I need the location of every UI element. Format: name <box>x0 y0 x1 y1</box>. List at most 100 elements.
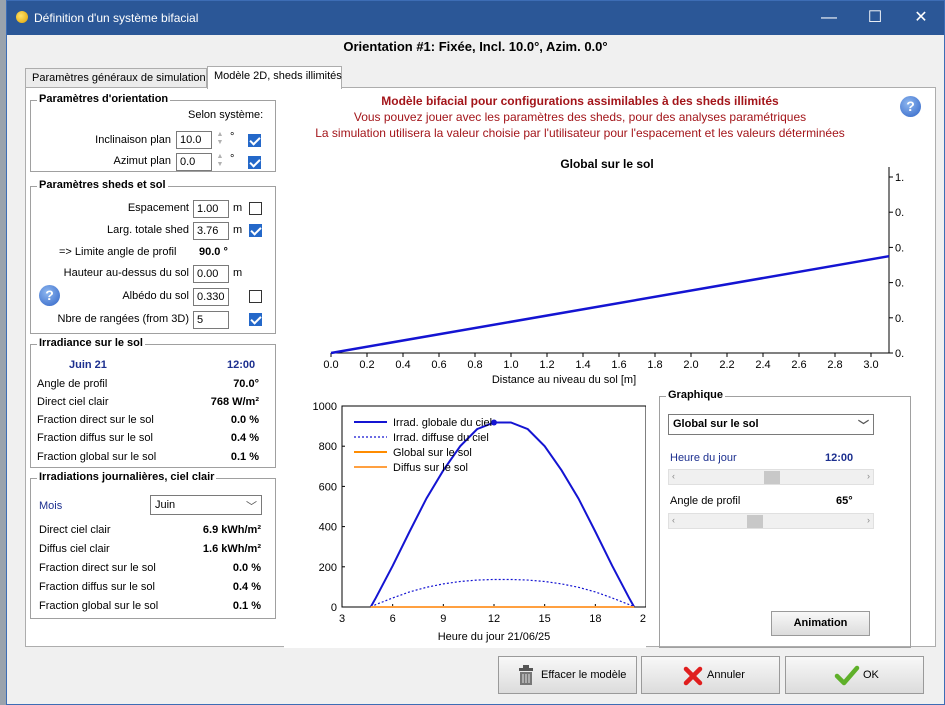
espacement-checkbox[interactable] <box>249 202 262 215</box>
y-tick-label: 0.6 <box>895 242 904 254</box>
graphique-group-title: Graphique <box>666 389 726 401</box>
limite-angle-value: 90.0 ° <box>199 246 228 258</box>
rangees-input[interactable]: 5 <box>193 311 229 329</box>
irr-row-value: 70.0° <box>233 378 259 390</box>
mois-label: Mois <box>39 500 63 512</box>
espacement-input[interactable]: 1.00 <box>193 200 229 218</box>
irradiance-time: 12:00 <box>227 359 256 371</box>
y-tick-label: 400 <box>319 522 337 534</box>
hauteur-unit: m <box>233 267 243 279</box>
angle-label: Angle de profil <box>670 495 741 507</box>
graphique-group: Graphique Global sur le sol ﹀ Heure du j… <box>659 389 911 648</box>
daily-row-value: 6.9 kWh/m² <box>202 524 261 536</box>
daily-group-title: Irradiations journalières, ciel clair <box>37 471 217 483</box>
rangees-checkbox[interactable] <box>249 313 262 326</box>
annuler-label: Annuler <box>707 669 745 681</box>
x-tick-label: 0.4 <box>395 359 410 371</box>
hauteur-label: Hauteur au-dessus du sol <box>63 267 189 279</box>
x-tick-label: 0.0 <box>323 359 338 371</box>
daily-irradiance-chart: 3 6 9 12 15 18 21 0 200 400 600 800 1000 Heure du jou… <box>284 386 646 648</box>
x-tick-label: 3 <box>339 613 345 625</box>
slider-right-arrow-icon[interactable]: › <box>867 471 870 481</box>
x-tick-label: 18 <box>589 613 601 625</box>
heure-slider[interactable]: ‹ › <box>668 469 874 485</box>
heure-slider-thumb[interactable] <box>764 471 780 484</box>
x-tick-label: 0.6 <box>431 359 446 371</box>
x-tick-label: 0.8 <box>467 359 482 371</box>
irr-row-label: Fraction direct sur le sol <box>37 414 154 426</box>
series-line <box>330 254 890 355</box>
x-tick-label: 1.0 <box>503 359 518 371</box>
irradiance-month: Juin 21 <box>69 359 107 371</box>
animation-button[interactable]: Animation <box>771 611 870 636</box>
minimize-button[interactable]: — <box>806 1 852 35</box>
ok-button[interactable]: OK <box>785 656 924 694</box>
inclinaison-checkbox[interactable] <box>248 134 261 147</box>
y-tick-label: 200 <box>319 562 337 574</box>
slider-left-arrow-icon[interactable]: ‹ <box>672 471 675 481</box>
y-tick-label: 0 <box>331 602 337 614</box>
degree-symbol: ° <box>230 153 235 165</box>
albedo-input[interactable]: 0.330 <box>193 288 229 306</box>
trash-icon <box>519 665 533 685</box>
y-tick-label: 800 <box>319 441 337 453</box>
x-tick-label: 9 <box>440 613 446 625</box>
close-button[interactable]: ✕ <box>898 1 944 35</box>
tab-panel: Paramètres d'orientation Selon système: … <box>25 87 936 648</box>
degree-symbol: ° <box>230 131 235 143</box>
tab-general[interactable]: Paramètres généraux de simulation <box>25 68 207 88</box>
y-tick-label: 1000 <box>313 401 337 413</box>
model-subheading: Vous pouvez jouer avec les paramètres de… <box>353 110 807 124</box>
irr-row-value: 0.4 % <box>230 432 259 444</box>
y-tick-label: 600 <box>319 481 337 493</box>
mois-select-value: Juin <box>155 499 176 511</box>
annuler-button[interactable]: Annuler <box>641 656 780 694</box>
effacer-modele-button[interactable]: Effacer le modèle <box>498 656 637 694</box>
daily-row-label: Fraction direct sur le sol <box>39 562 156 574</box>
azimut-input[interactable]: 0.0 <box>176 153 212 171</box>
tab-2d-model[interactable]: Modèle 2D, sheds illimités <box>207 66 342 89</box>
angle-value: 65° <box>836 495 853 507</box>
selon-systeme-label: Selon système: <box>188 109 264 121</box>
chevron-down-icon: ﹀ <box>246 501 257 513</box>
help-icon[interactable]: ? <box>900 96 921 117</box>
azimut-checkbox[interactable] <box>248 156 261 169</box>
help-icon[interactable]: ? <box>39 285 60 306</box>
daily-row-value: 0.1 % <box>232 600 261 612</box>
inclinaison-label: Inclinaison plan <box>95 134 171 146</box>
orientation-group-title: Paramètres d'orientation <box>37 93 171 105</box>
largeur-input[interactable]: 3.76 <box>193 222 229 240</box>
x-tick-label: 1.8 <box>647 359 662 371</box>
x-tick-label: 0.2 <box>359 359 374 371</box>
limite-angle-label: => Limite angle de profil <box>59 246 177 258</box>
albedo-label: Albédo du sol <box>122 290 189 302</box>
slider-left-arrow-icon[interactable]: ‹ <box>672 515 675 525</box>
x-tick-label: 2.0 <box>683 359 698 371</box>
sheds-group: Paramètres sheds et sol Espacement 1.00 … <box>30 179 276 334</box>
albedo-checkbox[interactable] <box>249 290 262 303</box>
mois-select[interactable]: Juin ﹀ <box>150 495 262 515</box>
heure-value: 12:00 <box>825 452 854 464</box>
slider-right-arrow-icon[interactable]: › <box>867 515 870 525</box>
graph-type-select-value: Global sur le sol <box>673 418 759 430</box>
irradiance-group: Irradiance sur le sol Juin 21 12:00 Angl… <box>30 337 276 468</box>
hauteur-input[interactable]: 0.00 <box>193 265 229 283</box>
daily-row-value: 0.4 % <box>232 581 261 593</box>
azimut-spinner[interactable]: ▲ ▼ <box>214 153 226 171</box>
maximize-button[interactable]: ☐ <box>852 1 898 35</box>
legend-label: Diffus sur le sol <box>393 462 468 474</box>
angle-slider[interactable]: ‹ › <box>668 513 874 529</box>
inclinaison-spinner[interactable]: ▲ ▼ <box>214 131 226 149</box>
irradiance-group-title: Irradiance sur le sol <box>37 337 145 349</box>
daily-row-label: Fraction diffus sur le sol <box>39 581 155 593</box>
y-tick-label: 0.4 <box>895 278 904 290</box>
angle-slider-thumb[interactable] <box>747 515 764 528</box>
inclinaison-input[interactable]: 10.0 <box>176 131 212 149</box>
x-tick-label: 1.4 <box>575 359 590 371</box>
espacement-unit: m <box>233 202 243 214</box>
orientation-group: Paramètres d'orientation Selon système: … <box>30 93 276 172</box>
y-tick-label: 0.0 <box>895 348 904 360</box>
largeur-checkbox[interactable] <box>249 224 262 237</box>
graph-type-select[interactable]: Global sur le sol ﹀ <box>668 414 874 435</box>
orientation-title: Orientation #1: Fixée, Incl. 10.0°, Azim… <box>343 39 608 54</box>
